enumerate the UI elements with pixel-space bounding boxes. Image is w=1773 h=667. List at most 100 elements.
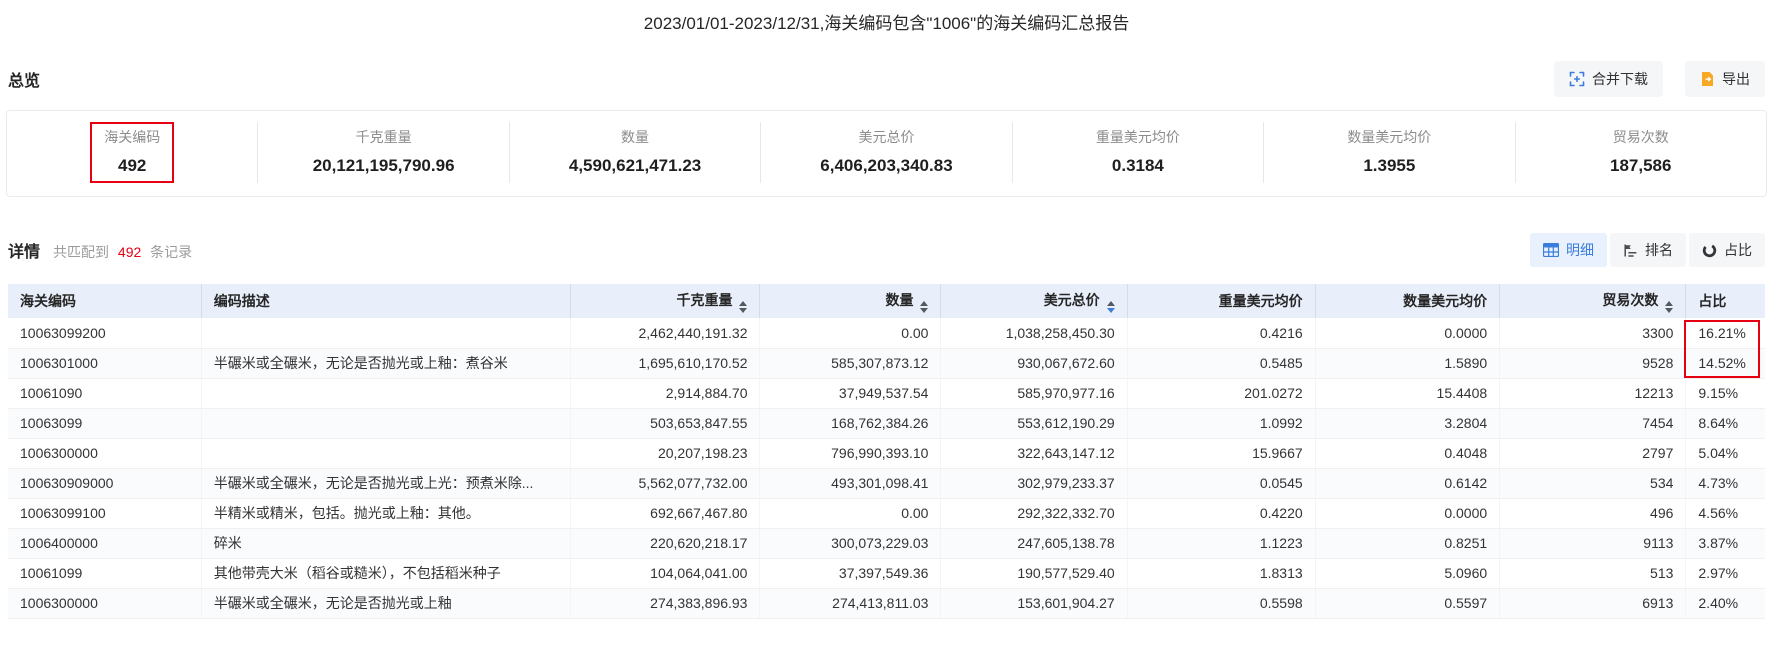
table-cell-quantity: 274,413,811.03 xyxy=(760,588,941,618)
table-cell-usd-per-qty: 0.4048 xyxy=(1315,438,1499,468)
column-header-label: 数量美元均价 xyxy=(1403,293,1487,309)
merge-download-icon xyxy=(1569,71,1585,87)
column-header-share: 占比 xyxy=(1686,284,1765,318)
table-cell-share: 9.15% xyxy=(1686,378,1765,408)
tab-rank[interactable]: 排名 xyxy=(1610,233,1686,267)
export-button[interactable]: 导出 xyxy=(1685,61,1765,97)
table-cell-trade-count: 496 xyxy=(1500,498,1686,528)
summary-card: 海关编码 492 xyxy=(7,122,257,183)
sort-desc-caret xyxy=(920,308,928,313)
table-cell-share: 8.64% xyxy=(1686,408,1765,438)
table-cell-description xyxy=(201,408,570,438)
summary-card-value: 492 xyxy=(104,156,160,176)
table-cell-kg-weight: 503,653,847.55 xyxy=(570,408,760,438)
column-header-usd-total[interactable]: 美元总价 xyxy=(941,284,1127,318)
column-header-label: 海关编码 xyxy=(20,293,76,309)
column-header-kg-weight[interactable]: 千克重量 xyxy=(570,284,760,318)
sort-icon[interactable] xyxy=(739,301,747,313)
table-cell-usd-total: 153,601,904.27 xyxy=(941,588,1127,618)
hs-code-cell: 100630909000 xyxy=(8,468,201,498)
table-cell-kg-weight: 2,914,884.70 xyxy=(570,378,760,408)
table-cell-description xyxy=(201,378,570,408)
table-cell-quantity: 0.00 xyxy=(760,498,941,528)
tab-share[interactable]: 占比 xyxy=(1689,233,1765,267)
table-cell-usd-per-qty: 0.0000 xyxy=(1315,498,1499,528)
table-row: 10063099503,653,847.55168,762,384.26553,… xyxy=(8,408,1765,438)
sort-icon[interactable] xyxy=(920,301,928,313)
table-cell-trade-count: 3300 xyxy=(1500,318,1686,348)
table-cell-usd-total: 322,643,147.12 xyxy=(941,438,1127,468)
summary-card-value: 20,121,195,790.96 xyxy=(313,156,455,176)
details-table: 海关编码 编码描述千克重量 数量 美元总价重量美元均价 数量美元均价贸易次数占比 100… xyxy=(8,284,1765,619)
table-cell-share: 14.52% xyxy=(1686,348,1765,378)
column-header-label: 数量 xyxy=(885,292,913,308)
table-icon xyxy=(1543,243,1559,257)
table-cell-usd-per-kg: 201.0272 xyxy=(1127,378,1315,408)
match-suffix: 条记录 xyxy=(150,244,192,260)
table-cell-share: 3.87% xyxy=(1686,528,1765,558)
table-row: 1006400000碎米220,620,218.17300,073,229.03… xyxy=(8,528,1765,558)
table-cell-usd-per-kg: 1.0992 xyxy=(1127,408,1315,438)
tab-label: 排名 xyxy=(1645,240,1673,260)
sort-icon[interactable] xyxy=(1107,301,1115,313)
table-cell-kg-weight: 104,064,041.00 xyxy=(570,558,760,588)
export-label: 导出 xyxy=(1722,69,1750,89)
details-heading: 详情 xyxy=(8,238,40,262)
table-cell-quantity: 37,949,537.54 xyxy=(760,378,941,408)
table-cell-usd-total: 1,038,258,450.30 xyxy=(941,318,1127,348)
table-cell-usd-total: 302,979,233.37 xyxy=(941,468,1127,498)
table-row: 100630000020,207,198.23796,990,393.10322… xyxy=(8,438,1765,468)
column-header-quantity[interactable]: 数量 xyxy=(760,284,941,318)
table-row: 10063099100半精米或精米，包括。抛光或上釉：其他。692,667,46… xyxy=(8,498,1765,528)
table-cell-kg-weight: 274,383,896.93 xyxy=(570,588,760,618)
hs-code-cell: 1006300000 xyxy=(8,438,201,468)
table-row: 100610902,914,884.7037,949,537.54585,970… xyxy=(8,378,1765,408)
summary-card: 美元总价6,406,203,340.83 xyxy=(760,122,1011,183)
tab-detail[interactable]: 明细 xyxy=(1530,233,1607,267)
summary-card: 千克重量20,121,195,790.96 xyxy=(257,122,508,183)
column-header-trade-count[interactable]: 贸易次数 xyxy=(1500,284,1686,318)
summary-card-label: 数量 xyxy=(569,127,701,147)
toolbar: 合并下载 导出 xyxy=(1554,61,1765,97)
report-title: 2023/01/01-2023/12/31,海关编码包含"1006"的海关编码汇… xyxy=(0,0,1773,34)
table-header-row: 海关编码 编码描述千克重量 数量 美元总价重量美元均价 数量美元均价贸易次数占比 xyxy=(8,284,1765,318)
summary-card: 数量4,590,621,471.23 xyxy=(509,122,760,183)
table-cell-usd-per-kg: 0.4216 xyxy=(1127,318,1315,348)
table-cell-share: 2.40% xyxy=(1686,588,1765,618)
sort-asc-caret xyxy=(1107,301,1115,306)
merge-download-button[interactable]: 合并下载 xyxy=(1554,61,1663,97)
table-cell-usd-total: 190,577,529.40 xyxy=(941,558,1127,588)
column-header-description: 编码描述 xyxy=(201,284,570,318)
column-header-hs-code: 海关编码 xyxy=(8,284,201,318)
table-cell-description: 碎米 xyxy=(201,528,570,558)
summary-cards: 海关编码 492 千克重量20,121,195,790.96数量4,590,621,… xyxy=(6,110,1767,197)
hs-code-cell: 1006301000 xyxy=(8,348,201,378)
summary-card-label: 海关编码 xyxy=(104,127,160,147)
table-cell-usd-per-kg: 1.1223 xyxy=(1127,528,1315,558)
table-cell-trade-count: 12213 xyxy=(1500,378,1686,408)
summary-card-value: 1.3955 xyxy=(1347,156,1431,176)
summary-card: 重量美元均价0.3184 xyxy=(1012,122,1263,183)
hs-code-cell: 10063099200 xyxy=(8,318,201,348)
table-cell-share: 4.73% xyxy=(1686,468,1765,498)
match-prefix: 共匹配到 xyxy=(53,244,109,260)
table-cell-usd-total: 930,067,672.60 xyxy=(941,348,1127,378)
table-cell-usd-per-kg: 0.5598 xyxy=(1127,588,1315,618)
rank-icon xyxy=(1623,243,1638,258)
table-cell-trade-count: 2797 xyxy=(1500,438,1686,468)
table-cell-trade-count: 513 xyxy=(1500,558,1686,588)
table-cell-usd-per-qty: 0.0000 xyxy=(1315,318,1499,348)
sort-icon[interactable] xyxy=(1665,301,1673,313)
hs-code-cell: 10061090 xyxy=(8,378,201,408)
table-cell-kg-weight: 1,695,610,170.52 xyxy=(570,348,760,378)
pie-icon xyxy=(1702,243,1717,258)
table-cell-quantity: 796,990,393.10 xyxy=(760,438,941,468)
column-header-usd-per-kg: 重量美元均价 xyxy=(1127,284,1315,318)
hs-code-cell: 1006300000 xyxy=(8,588,201,618)
export-icon xyxy=(1700,71,1715,87)
table-cell-description: 半碾米或全碾米，无论是否抛光或上釉 xyxy=(201,588,570,618)
table-cell-quantity: 37,397,549.36 xyxy=(760,558,941,588)
match-count-text: 共匹配到 492 条记录 xyxy=(53,242,192,262)
table-cell-share: 4.56% xyxy=(1686,498,1765,528)
table-cell-trade-count: 9528 xyxy=(1500,348,1686,378)
